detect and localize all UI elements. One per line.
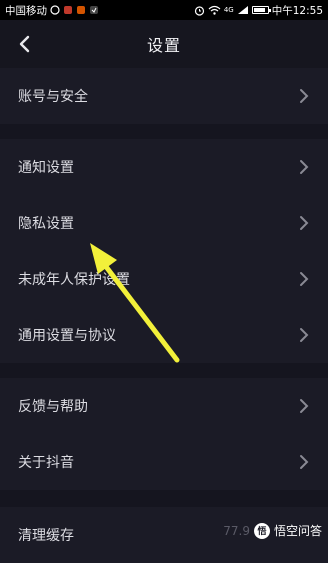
battery-level <box>253 8 265 12</box>
carrier-label: 中国移动 <box>5 4 47 17</box>
title-bar: 设置 <box>0 20 328 68</box>
chevron-left-icon <box>19 35 30 53</box>
network-type-label: 4G <box>223 6 234 14</box>
alarm-icon <box>194 5 205 16</box>
settings-item-label: 账号与安全 <box>18 89 88 105</box>
wukong-logo-icon: 悟 <box>253 522 270 539</box>
chevron-right-icon <box>298 398 310 414</box>
app-notification-icon <box>63 5 73 15</box>
settings-item-feedback-help[interactable]: 反馈与帮助 <box>0 378 328 434</box>
settings-item-minor-protection[interactable]: 未成年人保护设置 <box>0 251 328 307</box>
settings-group-support: 反馈与帮助 关于抖音 <box>0 378 328 490</box>
app-notification-icon <box>89 5 99 15</box>
settings-item-privacy[interactable]: 隐私设置 <box>0 195 328 251</box>
chevron-right-icon <box>298 327 310 343</box>
app-notification-icon <box>50 5 60 15</box>
settings-item-label: 未成年人保护设置 <box>18 272 130 288</box>
settings-item-account-security[interactable]: 账号与安全 <box>0 68 328 124</box>
settings-item-label: 清理缓存 <box>18 528 74 544</box>
chevron-right-icon <box>298 454 310 470</box>
chevron-right-icon <box>298 271 310 287</box>
settings-item-general-agreement[interactable]: 通用设置与协议 <box>0 307 328 363</box>
watermark-text: 悟空问答 <box>273 524 322 538</box>
watermark: 77.9 悟 悟空问答 <box>223 522 322 539</box>
settings-group-general: 通知设置 隐私设置 未成年人保护设置 通用设置与协议 <box>0 139 328 363</box>
settings-item-label: 关于抖音 <box>18 455 74 471</box>
chevron-right-icon <box>298 88 310 104</box>
chevron-right-icon <box>298 215 310 231</box>
app-notification-icon <box>76 5 86 15</box>
back-button[interactable] <box>10 30 38 58</box>
page-title: 设置 <box>146 36 181 55</box>
status-bar: 中国移动 4G 中午12:55 <box>0 0 328 20</box>
watermark-number: 77.9 <box>223 523 250 538</box>
settings-item-label: 反馈与帮助 <box>18 399 88 415</box>
clock-time: 中午12:55 <box>271 4 323 17</box>
settings-item-label: 隐私设置 <box>18 216 74 232</box>
battery-icon <box>251 6 271 14</box>
settings-item-notifications[interactable]: 通知设置 <box>0 139 328 195</box>
settings-group-account: 账号与安全 <box>0 68 328 124</box>
settings-item-label: 通用设置与协议 <box>18 328 116 344</box>
signal-icon <box>237 5 249 15</box>
settings-item-label: 通知设置 <box>18 160 74 176</box>
chevron-right-icon <box>298 159 310 175</box>
wifi-icon <box>208 5 221 15</box>
settings-item-about[interactable]: 关于抖音 <box>0 434 328 490</box>
